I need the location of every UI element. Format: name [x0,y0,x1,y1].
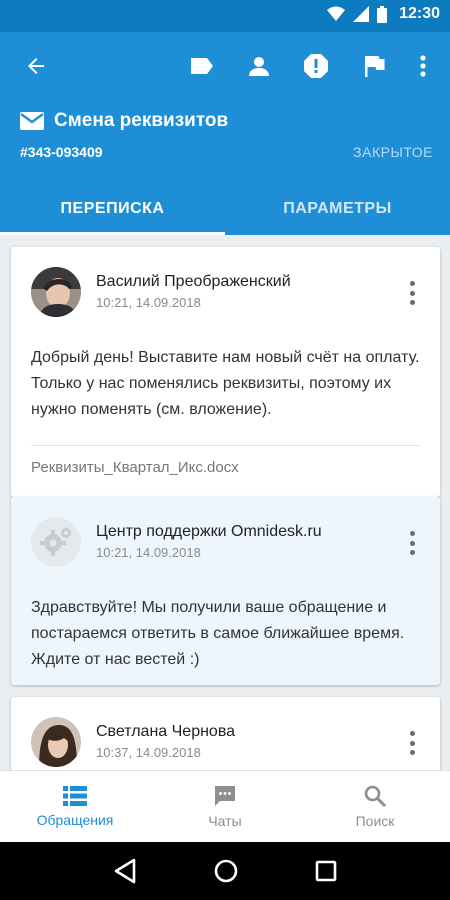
clock: 12:30 [399,5,440,22]
flag-button[interactable] [360,52,388,80]
message-author: Василий Преображенский [96,273,291,290]
search-icon [364,785,387,808]
nav-label: Поиск [355,813,395,829]
message-text: Здравствуйте! Мы получили ваше обращение… [31,599,405,668]
ticket-title-row: Смена реквизитов [20,110,228,132]
nav-tickets[interactable]: Обращения [0,771,150,842]
message-feed[interactable]: Василий Преображенский 10:21, 14.09.2018… [0,235,450,770]
more-menu-button[interactable] [409,52,437,80]
ticket-id: #343-093409 [20,144,103,160]
alert-octagon-icon [304,54,328,78]
status-bar: 12:30 [0,0,450,32]
gear-icon [31,517,81,567]
system-navigation-bar [0,842,450,900]
message-text: Добрый день! Выставите нам новый счёт на… [31,349,420,418]
ticket-title: Смена реквизитов [54,110,229,131]
flag-icon [365,56,385,77]
message-datetime: 10:21, 14.09.2018 [96,295,201,310]
more-vert-icon [420,55,426,77]
assignee-button[interactable] [245,52,273,80]
nav-label: Чаты [208,813,242,829]
battery-icon [377,5,388,23]
message-more-button[interactable] [402,531,422,555]
mail-icon [20,112,44,130]
message-card: Светлана Чернова 10:37, 14.09.2018 [11,697,440,770]
nav-search[interactable]: Поиск [300,771,450,842]
back-button[interactable] [22,52,50,80]
status-icons: 12:30 [327,5,440,23]
label-icon [191,58,213,74]
tab-parameters[interactable]: ПАРАМЕТРЫ [225,182,450,235]
divider [31,445,420,446]
avatar [31,717,81,767]
app-bar: Смена реквизитов #343-093409 ЗАКРЫТОЕ ПЕ… [0,32,450,235]
tab-bar: ПЕРЕПИСКА ПАРАМЕТРЫ [0,182,450,235]
ticket-status: ЗАКРЫТОЕ [353,144,433,160]
message-author: Светлана Чернова [96,723,236,740]
signal-icon [353,6,370,22]
recents-square-icon[interactable] [315,860,337,882]
home-circle-icon[interactable] [213,858,239,884]
message-card: Василий Преображенский 10:21, 14.09.2018… [11,247,440,497]
arrow-left-icon [28,58,44,74]
message-datetime: 10:21, 14.09.2018 [96,545,201,560]
message-card: Центр поддержки Omnidesk.ru 10:21, 14.09… [11,497,440,685]
bottom-navigation: Обращения Чаты Поиск [0,770,450,842]
label-button[interactable] [188,52,216,80]
priority-button[interactable] [302,52,330,80]
back-triangle-icon[interactable] [113,858,137,884]
wifi-icon [327,6,346,21]
message-more-button[interactable] [402,731,422,755]
avatar [31,267,81,317]
person-icon [249,57,269,76]
message-datetime: 10:37, 14.09.2018 [96,745,201,760]
list-icon [63,786,87,806]
attachment-link[interactable]: Реквизиты_Квартал_Икс.docx [31,459,239,476]
nav-label: Обращения [36,812,114,828]
tab-correspondence[interactable]: ПЕРЕПИСКА [0,182,225,235]
chat-icon [215,786,235,806]
support-avatar [31,517,81,567]
message-more-button[interactable] [402,281,422,305]
nav-chats[interactable]: Чаты [150,771,300,842]
message-author: Центр поддержки Omnidesk.ru [96,523,322,540]
